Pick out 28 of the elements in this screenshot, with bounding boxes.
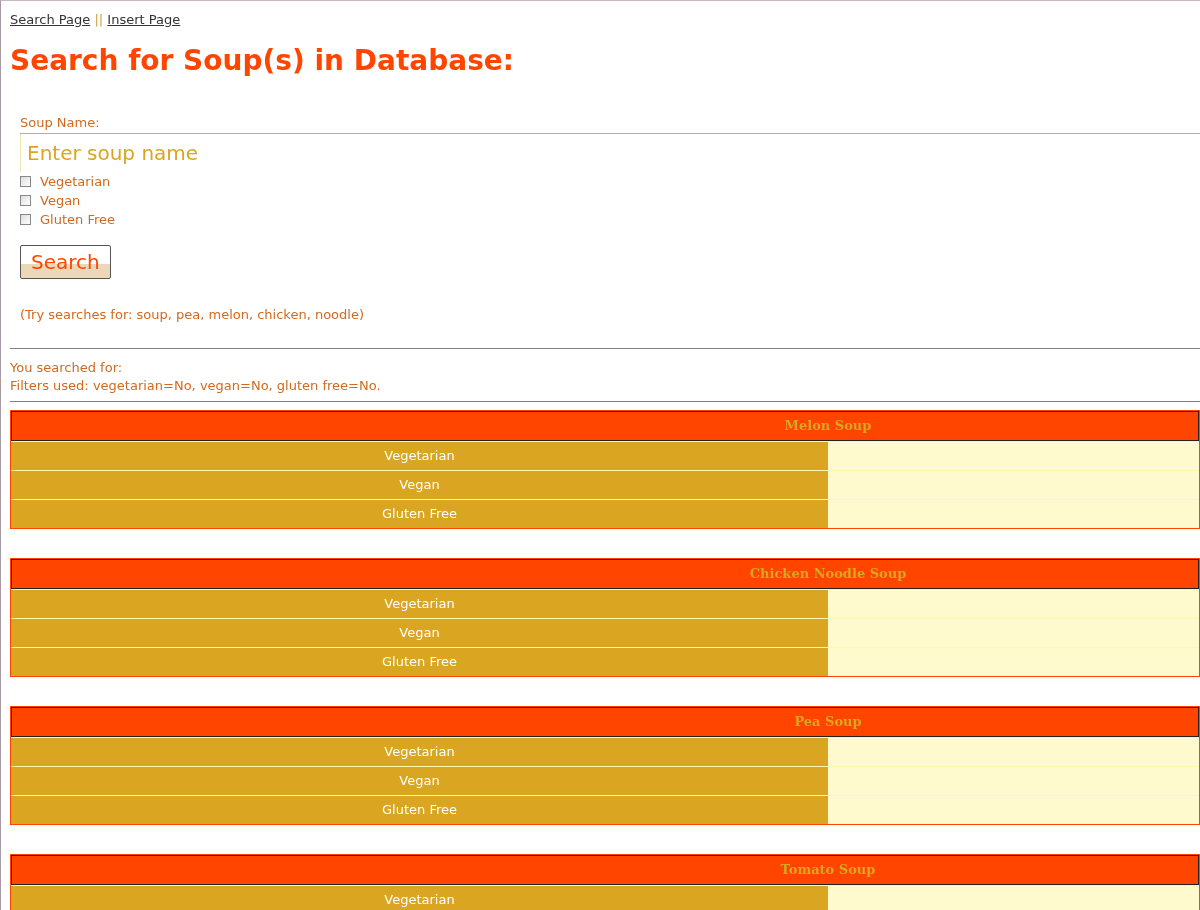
attribute-cell: Gluten Free — [11, 796, 828, 825]
checkbox[interactable] — [20, 175, 31, 187]
attribute-cell: Vegan — [11, 471, 828, 500]
attribute-cell: Gluten Free — [11, 500, 828, 529]
checkbox-label: Vegetarian — [40, 172, 111, 191]
soup-name-header: Pea Soup — [11, 707, 1199, 738]
search-hint: (Try searches for: soup, pea, melon, chicken, noodle) — [20, 305, 365, 324]
checkbox-label: Gluten Free — [40, 210, 115, 229]
attribute-cell: Vegan — [11, 619, 828, 648]
soup-name-header: Melon Soup — [11, 411, 1199, 442]
attribute-cell: Vegetarian — [11, 886, 828, 910]
attribute-cell: Vegetarian — [11, 738, 828, 767]
page-title: Search for Soup(s) in Database: — [10, 43, 515, 78]
checkbox[interactable] — [20, 194, 31, 206]
filters-used-text: Filters used: vegetarian=No, vegan=No, gluten free=No. — [10, 377, 382, 396]
attribute-cell: Gluten Free — [11, 648, 828, 677]
checkbox[interactable] — [20, 213, 31, 225]
nav-separator: || — [94, 12, 104, 27]
attribute-cell: Vegetarian — [11, 590, 828, 619]
searched-for-text: You searched for: — [10, 359, 124, 378]
checkbox-label: Vegan — [40, 191, 81, 210]
soup-name-header: Tomato Soup — [11, 855, 1199, 886]
nav-link[interactable]: Insert Page — [107, 12, 181, 27]
nav-link[interactable]: Search Page — [10, 12, 91, 27]
soup-name-header: Chicken Noodle Soup — [11, 559, 1199, 590]
field-label: Soup Name: — [20, 114, 100, 133]
attribute-cell: Vegan — [11, 767, 828, 796]
attribute-cell: Vegetarian — [11, 442, 828, 471]
